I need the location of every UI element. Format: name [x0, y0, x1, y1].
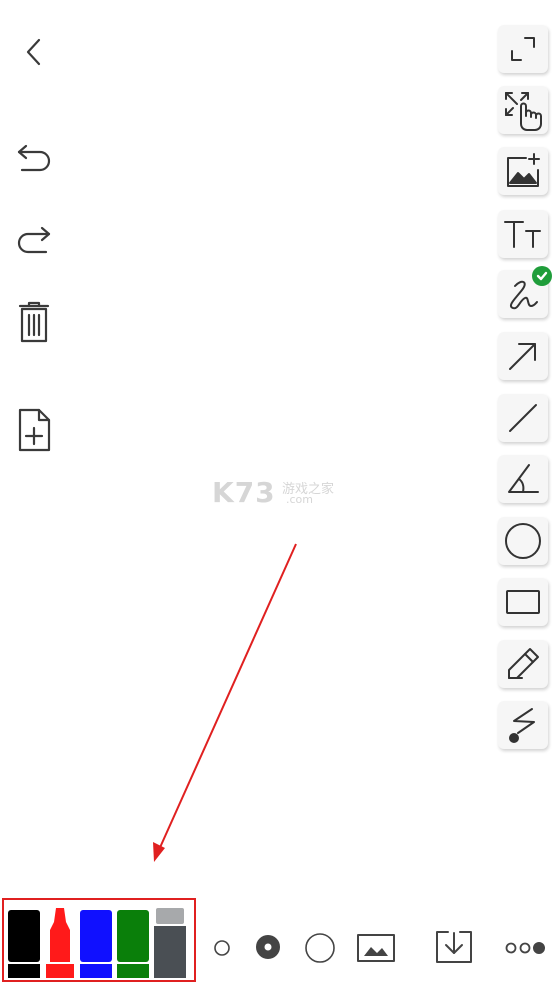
rectangle-icon — [506, 590, 540, 614]
pan-zoom-button[interactable] — [498, 86, 548, 134]
new-page-button[interactable] — [12, 408, 56, 452]
black-marker[interactable] — [6, 910, 42, 978]
text-icon — [504, 221, 541, 248]
laser-pointer-button[interactable] — [498, 701, 548, 749]
eraser-marker[interactable] — [152, 908, 188, 978]
background-image-icon — [357, 934, 395, 962]
annotation-arrow — [153, 543, 297, 862]
large-brush-icon — [305, 933, 335, 963]
save-icon — [436, 931, 472, 963]
medium-brush-button[interactable] — [251, 930, 285, 964]
more-icon — [505, 942, 545, 954]
new-page-icon — [18, 408, 51, 452]
rectangle-button[interactable] — [498, 578, 548, 626]
red-marker[interactable] — [42, 906, 78, 978]
delete-button[interactable] — [12, 300, 56, 344]
circle-icon — [505, 523, 541, 559]
laser-pointer-icon — [509, 708, 535, 743]
arrow-button[interactable] — [498, 332, 548, 380]
arrow-icon — [509, 343, 536, 370]
watermark-main: K73 — [212, 476, 276, 509]
line-icon — [509, 404, 537, 432]
fullscreen-icon — [511, 37, 535, 61]
circle-button[interactable] — [498, 517, 548, 565]
save-button[interactable] — [432, 926, 476, 968]
small-brush-icon — [214, 940, 230, 956]
back-icon — [26, 38, 41, 66]
blue-marker[interactable] — [78, 910, 114, 978]
more-button[interactable] — [500, 934, 550, 962]
pan-zoom-icon — [505, 92, 542, 131]
trash-icon — [18, 301, 50, 343]
fullscreen-button[interactable] — [498, 25, 548, 73]
insert-image-button[interactable] — [498, 147, 548, 195]
medium-brush-icon — [256, 935, 280, 959]
pencil-icon — [508, 648, 539, 679]
active-check-icon — [532, 266, 552, 286]
watermark-domain: .com — [286, 493, 313, 506]
redo-button[interactable] — [12, 218, 56, 262]
angle-icon — [508, 464, 539, 493]
green-marker[interactable] — [115, 910, 151, 978]
large-brush-button[interactable] — [301, 929, 339, 967]
small-brush-button[interactable] — [208, 934, 236, 962]
pencil-button[interactable] — [498, 640, 548, 688]
undo-button[interactable] — [12, 136, 56, 180]
line-button[interactable] — [498, 394, 548, 442]
watermark: K73 游戏之家 .com — [212, 474, 342, 514]
color-palette — [2, 898, 196, 982]
back-button[interactable] — [12, 30, 56, 74]
freehand-pen-button[interactable] — [498, 266, 552, 318]
angle-button[interactable] — [498, 455, 548, 503]
text-button[interactable] — [498, 210, 548, 258]
background-image-button[interactable] — [354, 928, 398, 968]
redo-icon — [17, 226, 51, 254]
insert-image-icon — [507, 153, 540, 187]
undo-icon — [17, 144, 51, 172]
